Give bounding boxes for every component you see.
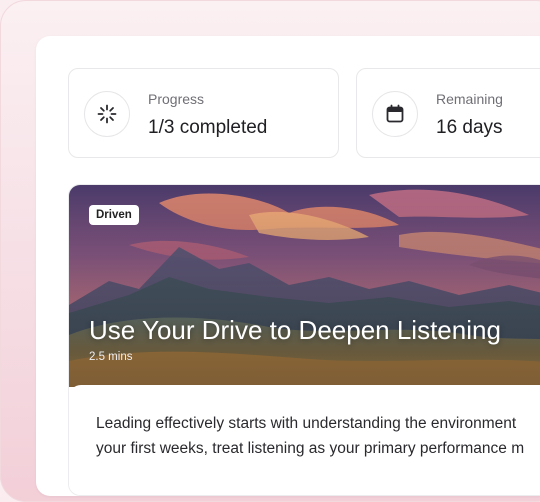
remaining-card: Remaining 16 days (356, 68, 540, 158)
course-hero-image (69, 185, 540, 387)
progress-label: Progress (148, 91, 205, 107)
remaining-value: 16 days (436, 117, 503, 138)
remaining-label: Remaining (436, 91, 503, 107)
course-card[interactable]: Driven Use Your Drive to Deepen Listenin… (68, 184, 540, 496)
category-badge: Driven (89, 205, 139, 225)
progress-value: 1/3 completed (148, 117, 268, 138)
calendar-icon (372, 91, 418, 137)
course-duration: 2.5 mins (89, 351, 133, 363)
course-description-sheet: Leading effectively starts with understa… (69, 385, 540, 495)
course-description: Leading effectively starts with understa… (96, 411, 540, 461)
description-line: your first weeks, treat listening as you… (96, 440, 525, 457)
course-title: Use Your Drive to Deepen Listening (89, 315, 501, 345)
progress-card: Progress 1/3 completed (68, 68, 339, 158)
description-line: Leading effectively starts with understa… (96, 415, 517, 432)
loading-spinner-icon (84, 91, 130, 137)
